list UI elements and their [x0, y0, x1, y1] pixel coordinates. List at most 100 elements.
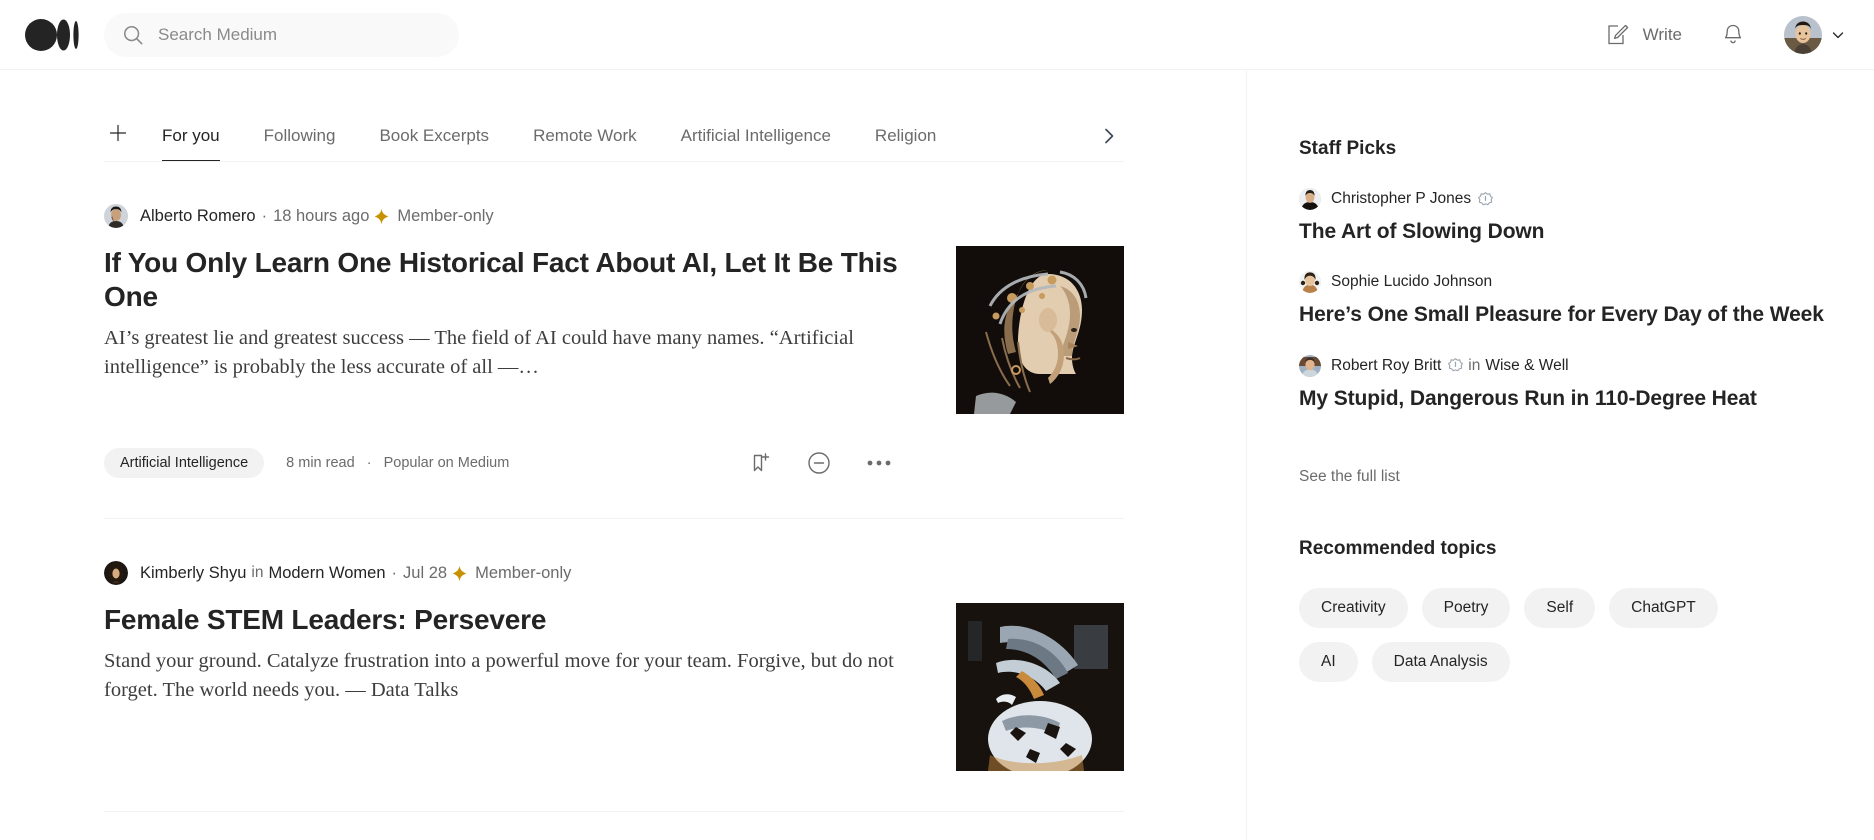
staff-pick-title[interactable]: Here’s One Small Pleasure for Every Day … [1299, 302, 1874, 328]
article-title[interactable]: Female STEM Leaders: Persevere [104, 603, 916, 637]
author-name[interactable]: Kimberly Shyu [140, 564, 246, 583]
author-avatar[interactable] [104, 561, 128, 585]
author-name[interactable]: Christopher P Jones [1331, 190, 1471, 208]
author-name[interactable]: Sophie Lucido Johnson [1331, 273, 1492, 291]
publication-name[interactable]: Wise & Well [1485, 357, 1568, 375]
show-less-button[interactable] [806, 450, 832, 476]
staff-pick-item[interactable]: Christopher P Jones The Art of Slowing D… [1299, 188, 1874, 245]
staff-pick-item[interactable]: Sophie Lucido Johnson Here’s One Small P… [1299, 271, 1874, 328]
article-thumbnail[interactable] [956, 246, 1124, 414]
in-word: in [1468, 356, 1481, 374]
ai-robot-head-image [956, 246, 1124, 414]
tab-artificial-intelligence[interactable]: Artificial Intelligence [681, 127, 831, 161]
plus-icon [109, 124, 127, 142]
topic-pill-data-analysis[interactable]: Data Analysis [1371, 641, 1510, 682]
member-only-label: Member-only [397, 206, 494, 225]
chevron-right-icon [1105, 128, 1114, 144]
write-button[interactable]: Write [1605, 22, 1682, 48]
staff-pick-title[interactable]: My Stupid, Dangerous Run in 110-Degree H… [1299, 386, 1874, 412]
staff-picks-title: Staff Picks [1299, 138, 1397, 159]
author-name[interactable]: Robert Roy Britt [1331, 357, 1441, 375]
stem-leaders-image [956, 603, 1124, 771]
see-full-list-link[interactable]: See the full list [1299, 468, 1400, 486]
tab-remote-work[interactable]: Remote Work [533, 127, 637, 161]
staff-pick-byline: Sophie Lucido Johnson [1299, 271, 1874, 294]
search-input[interactable] [158, 24, 441, 45]
author-avatar[interactable] [104, 204, 128, 228]
medium-logo[interactable] [24, 18, 82, 52]
verified-badge-icon [1478, 191, 1494, 207]
write-pencil-icon [1607, 24, 1628, 44]
article-source: Popular on Medium [383, 455, 510, 471]
star-glyph [452, 565, 467, 581]
topic-pill-chatgpt[interactable]: ChatGPT [1609, 587, 1718, 628]
byline-separator: · [261, 206, 268, 225]
author-avatar[interactable] [1299, 354, 1321, 377]
in-word: in [251, 564, 264, 581]
article-actions [748, 450, 1124, 476]
article-tag-pill[interactable]: Artificial Intelligence [104, 448, 265, 478]
article-date: Jul 28 [403, 563, 448, 582]
author-avatar-image [104, 204, 128, 228]
chevron-down-icon [1832, 31, 1844, 38]
tab-for-you[interactable]: For you [162, 127, 220, 161]
member-only-label: Member-only [475, 563, 572, 582]
user-avatar [1784, 15, 1822, 54]
topic-pill-creativity[interactable]: Creativity [1299, 587, 1408, 628]
topic-pill-self[interactable]: Self [1524, 587, 1596, 628]
author-avatar[interactable] [1299, 271, 1321, 294]
feed-article[interactable]: Kimberly Shyu in Modern Women · Jul 28 M… [104, 519, 1124, 812]
save-bookmark-button[interactable] [748, 451, 772, 475]
article-thumbnail[interactable] [956, 603, 1124, 771]
article-byline: Kimberly Shyu in Modern Women · Jul 28 M… [104, 561, 1124, 585]
tab-book-excerpts[interactable]: Book Excerpts [379, 127, 489, 161]
recommended-topics-title: Recommended topics [1299, 537, 1497, 559]
author-name[interactable]: Alberto Romero [140, 207, 256, 226]
feed-tabs: For you Following Book Excerpts Remote W… [104, 70, 1124, 162]
verified-glyph [1448, 358, 1464, 372]
article-excerpt: Stand your ground. Catalyze frustration … [104, 650, 894, 702]
more-options-button[interactable] [866, 459, 892, 467]
bell-icon [1724, 24, 1742, 43]
write-label: Write [1642, 24, 1682, 44]
topic-pill-ai[interactable]: AI [1299, 641, 1358, 682]
tab-religion[interactable]: Religion [875, 127, 936, 161]
staff-pick-byline: Christopher P Jones [1299, 188, 1874, 210]
ellipsis-icon [867, 460, 891, 466]
feed-article[interactable]: Alberto Romero · 18 hours ago Member-onl… [104, 162, 1124, 519]
staff-pick-item[interactable]: Robert Roy Britt in Wise & Well My Stupi… [1299, 354, 1874, 412]
verified-glyph [1478, 191, 1494, 205]
staff-pick-title[interactable]: The Art of Slowing Down [1299, 219, 1874, 245]
tab-following[interactable]: Following [264, 127, 336, 161]
publication-name[interactable]: Modern Women [268, 564, 385, 583]
author-avatar-image [1299, 271, 1321, 294]
avatar[interactable] [1784, 15, 1822, 54]
byline-separator: · [391, 563, 398, 582]
tabs-scroll-next-button[interactable] [1094, 121, 1124, 151]
author-avatar-image [104, 561, 128, 585]
search-icon [123, 25, 143, 44]
add-topic-button[interactable] [104, 119, 132, 147]
topic-pill-poetry[interactable]: Poetry [1421, 587, 1511, 628]
page-body: For you Following Book Excerpts Remote W… [0, 70, 1874, 840]
search-bar[interactable] [104, 12, 459, 57]
author-avatar[interactable] [1299, 188, 1321, 210]
read-time: 8 min read [286, 455, 355, 471]
article-footer: Artificial Intelligence 8 min read · Pop… [104, 448, 1124, 478]
star-glyph [375, 208, 389, 224]
member-star-icon [451, 565, 468, 582]
staff-pick-byline: Robert Roy Britt in Wise & Well [1299, 354, 1874, 377]
main-feed-column: For you Following Book Excerpts Remote W… [0, 70, 1247, 840]
article-excerpt: AI’s greatest lie and greatest success —… [104, 327, 854, 379]
member-star-icon [373, 208, 390, 225]
bookmark-plus-icon [753, 453, 770, 472]
article-byline: Alberto Romero · 18 hours ago Member-onl… [104, 204, 1124, 228]
notifications-button[interactable] [1720, 22, 1746, 48]
article-date: 18 hours ago [273, 206, 370, 225]
verified-badge-icon [1448, 358, 1464, 373]
article-title[interactable]: If You Only Learn One Historical Fact Ab… [104, 246, 916, 314]
account-menu[interactable] [1784, 15, 1846, 54]
tabs-scroll-container[interactable]: For you Following Book Excerpts Remote W… [162, 105, 1124, 161]
author-avatar-image [1299, 188, 1321, 210]
author-avatar-image [1299, 354, 1321, 377]
